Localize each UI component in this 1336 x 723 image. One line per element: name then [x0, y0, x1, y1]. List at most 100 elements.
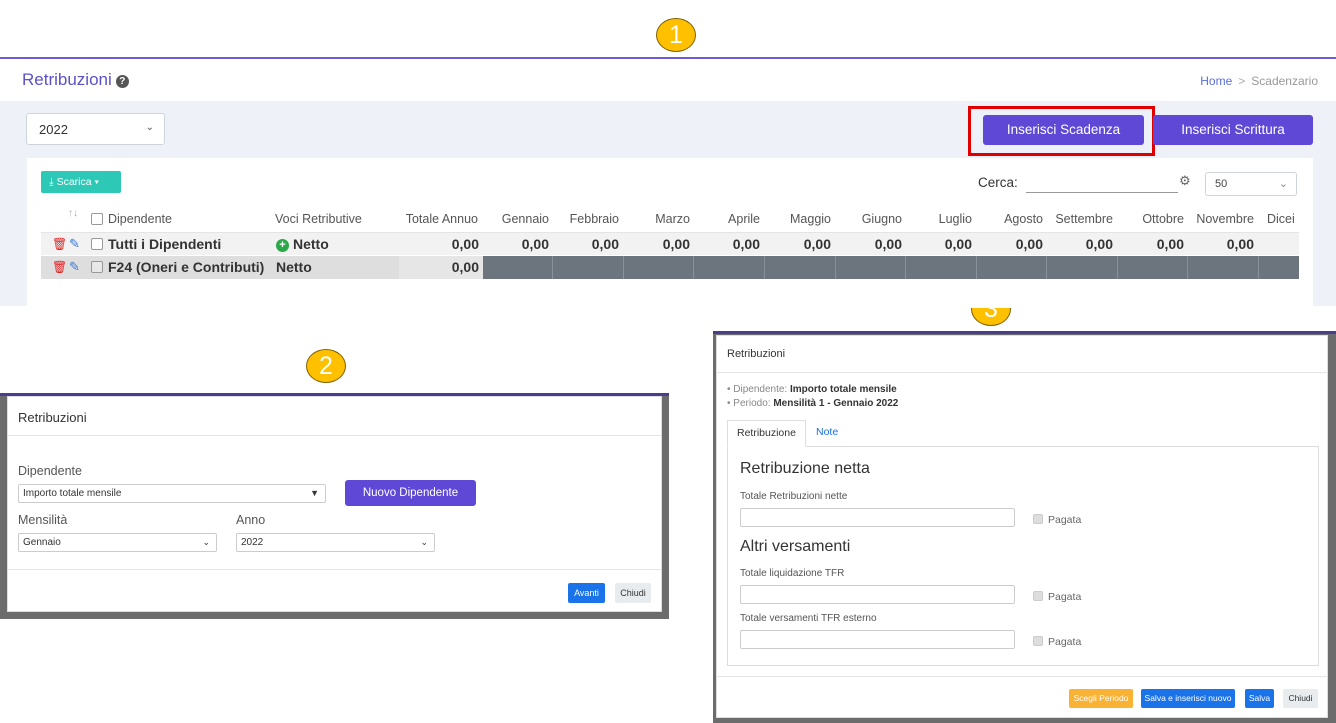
nuovo-dipendente-button[interactable]: Nuovo Dipendente	[345, 480, 476, 506]
totale-retribuzioni-input[interactable]	[740, 508, 1015, 527]
retribuzione-modal: Retribuzioni • Dipendente: Importo total…	[716, 335, 1328, 718]
column-header-luglio[interactable]: Luglio	[902, 212, 972, 226]
empty-cell	[1118, 256, 1188, 279]
edit-icon[interactable]: ✎	[69, 236, 80, 252]
modal-title: Retribuzioni	[727, 348, 786, 360]
empty-cell	[1188, 256, 1259, 279]
table-card: ⤓ Scarica ▾ Cerca: ⚙ 50 ⌄ ↑↓ Dipendente V…	[27, 158, 1313, 308]
salva-button[interactable]: Salva	[1245, 689, 1274, 708]
breadcrumb-current: Scadenzario	[1251, 74, 1318, 88]
edit-icon[interactable]: ✎	[69, 259, 80, 275]
year-select[interactable]: 2022 ⌄	[26, 113, 165, 145]
download-icon: ⤓	[49, 176, 54, 188]
pagata-checkbox[interactable]: Pagata	[1033, 636, 1081, 648]
column-header-febbraio[interactable]: Febbraio	[549, 212, 619, 226]
step-marker-2: 2	[306, 349, 346, 383]
cell-month: 0,00	[874, 236, 902, 252]
trash-icon[interactable]: 🗑	[52, 260, 67, 274]
cell-month: 0,00	[1085, 236, 1113, 252]
column-header-ottobre[interactable]: Ottobre	[1114, 212, 1184, 226]
empty-cell	[1259, 256, 1299, 279]
salva-nuovo-button[interactable]: Salva e inserisci nuovo	[1141, 689, 1235, 708]
avanti-button[interactable]: Avanti	[568, 583, 605, 603]
anno-label: Anno	[236, 513, 266, 527]
cell-month: 0,00	[732, 236, 760, 252]
divider	[717, 372, 1327, 373]
empty-cell	[694, 256, 765, 279]
tfr-esterno-input[interactable]	[740, 630, 1015, 649]
table-row: 🗑 ✎ Tutti i Dipendenti + Netto 0,00 0,00 …	[41, 232, 1299, 255]
page-size-select[interactable]: 50 ⌄	[1205, 172, 1297, 196]
pagata-checkbox[interactable]: Pagata	[1033, 514, 1081, 526]
scarica-button[interactable]: ⤓ Scarica ▾	[41, 171, 121, 193]
column-header-maggio[interactable]: Maggio	[761, 212, 831, 226]
chiudi-button[interactable]: Chiudi	[615, 583, 651, 603]
section-title-retribuzione-netta: Retribuzione netta	[740, 460, 870, 477]
column-header-giugno[interactable]: Giugno	[832, 212, 902, 226]
column-header-agosto[interactable]: Agosto	[973, 212, 1043, 226]
empty-cell	[836, 256, 906, 279]
empty-cell	[1047, 256, 1118, 279]
scadenzario-panel: Retribuzioni? Home > Scadenzario 2022 ⌄ Ins…	[0, 57, 1336, 308]
tab-note[interactable]: Note	[816, 426, 838, 438]
sort-icon[interactable]: ↑↓	[68, 208, 78, 219]
table-row: 🗑 ✎ F24 (Oneri e Contributi) Netto 0,00	[41, 256, 1299, 279]
mensilita-label: Mensilità	[18, 513, 68, 527]
pagata-checkbox[interactable]: Pagata	[1033, 591, 1081, 603]
select-all-checkbox[interactable]	[91, 213, 103, 225]
page-header: Retribuzioni? Home > Scadenzario	[0, 59, 1336, 101]
column-header-novembre[interactable]: Novembre	[1184, 212, 1254, 226]
tfr-liquidazione-input[interactable]	[740, 585, 1015, 604]
search-label: Cerca:	[978, 175, 1018, 190]
cell-dipendente: F24 (Oneri e Contributi)	[108, 259, 265, 275]
inserisci-scrittura-button[interactable]: Inserisci Scrittura	[1153, 115, 1313, 145]
cell-month: 0,00	[944, 236, 972, 252]
trash-icon[interactable]: 🗑	[52, 237, 67, 251]
column-header-voci[interactable]: Voci Retributive	[275, 212, 362, 226]
cell-month: 0,00	[662, 236, 690, 252]
gear-icon[interactable]: ⚙	[1179, 173, 1191, 189]
tab-retribuzione[interactable]: Retribuzione	[727, 420, 806, 447]
cell-totale: 0,00	[451, 236, 479, 252]
dipendente-info: • Dipendente: Importo totale mensile	[727, 384, 897, 395]
cell-month: 0,00	[803, 236, 831, 252]
add-circle-icon[interactable]: +	[276, 239, 289, 252]
breadcrumb-home-link[interactable]: Home	[1200, 74, 1232, 88]
column-header-settembre[interactable]: Settembre	[1043, 212, 1113, 226]
cell-dipendente: Tutti i Dipendenti	[108, 236, 222, 252]
step-marker-1: 1	[656, 18, 696, 52]
column-header-gennaio[interactable]: Gennaio	[479, 212, 549, 226]
cell-month: 0,00	[1226, 236, 1254, 252]
mensilita-select[interactable]: Gennaio ⌄	[18, 533, 217, 552]
tab-content: Retribuzione netta Totale Retribuzioni n…	[727, 446, 1319, 666]
row-checkbox[interactable]	[91, 261, 103, 273]
empty-cell	[765, 256, 836, 279]
chevron-down-icon: ⌄	[202, 537, 210, 547]
column-header-dicembre[interactable]: Dicei	[1267, 212, 1299, 226]
anno-select[interactable]: 2022 ⌄	[236, 533, 435, 552]
dipendente-select[interactable]: Importo totale mensile ▼	[18, 484, 326, 503]
scegli-periodo-button[interactable]: Scegli Periodo	[1069, 689, 1133, 708]
search-input[interactable]	[1026, 192, 1178, 193]
chevron-down-icon: ⌄	[420, 537, 428, 547]
column-header-aprile[interactable]: Aprile	[690, 212, 760, 226]
row-checkbox[interactable]	[91, 238, 103, 250]
column-header-dipendente[interactable]: Dipendente	[108, 212, 172, 226]
empty-cell	[906, 256, 977, 279]
cell-month: 0,00	[1015, 236, 1043, 252]
chiudi-button[interactable]: Chiudi	[1283, 689, 1318, 708]
divider	[717, 676, 1327, 677]
periodo-info: • Periodo: Mensilità 1 - Gennaio 2022	[727, 398, 899, 409]
empty-cell	[624, 256, 694, 279]
breadcrumb: Home > Scadenzario	[1200, 74, 1318, 88]
column-header-marzo[interactable]: Marzo	[620, 212, 690, 226]
section-title-altri-versamenti: Altri versamenti	[740, 538, 851, 555]
column-header-totale[interactable]: Totale Annuo	[387, 212, 478, 226]
cell-month: 0,00	[591, 236, 619, 252]
empty-cell	[977, 256, 1047, 279]
select-period-modal: Retribuzioni Dipendente Importo totale m…	[7, 396, 662, 612]
field-label: Totale versamenti TFR esterno	[740, 613, 877, 624]
field-label: Totale liquidazione TFR	[740, 568, 845, 579]
help-icon[interactable]: ?	[115, 75, 129, 88]
modal-title: Retribuzioni	[18, 410, 87, 425]
